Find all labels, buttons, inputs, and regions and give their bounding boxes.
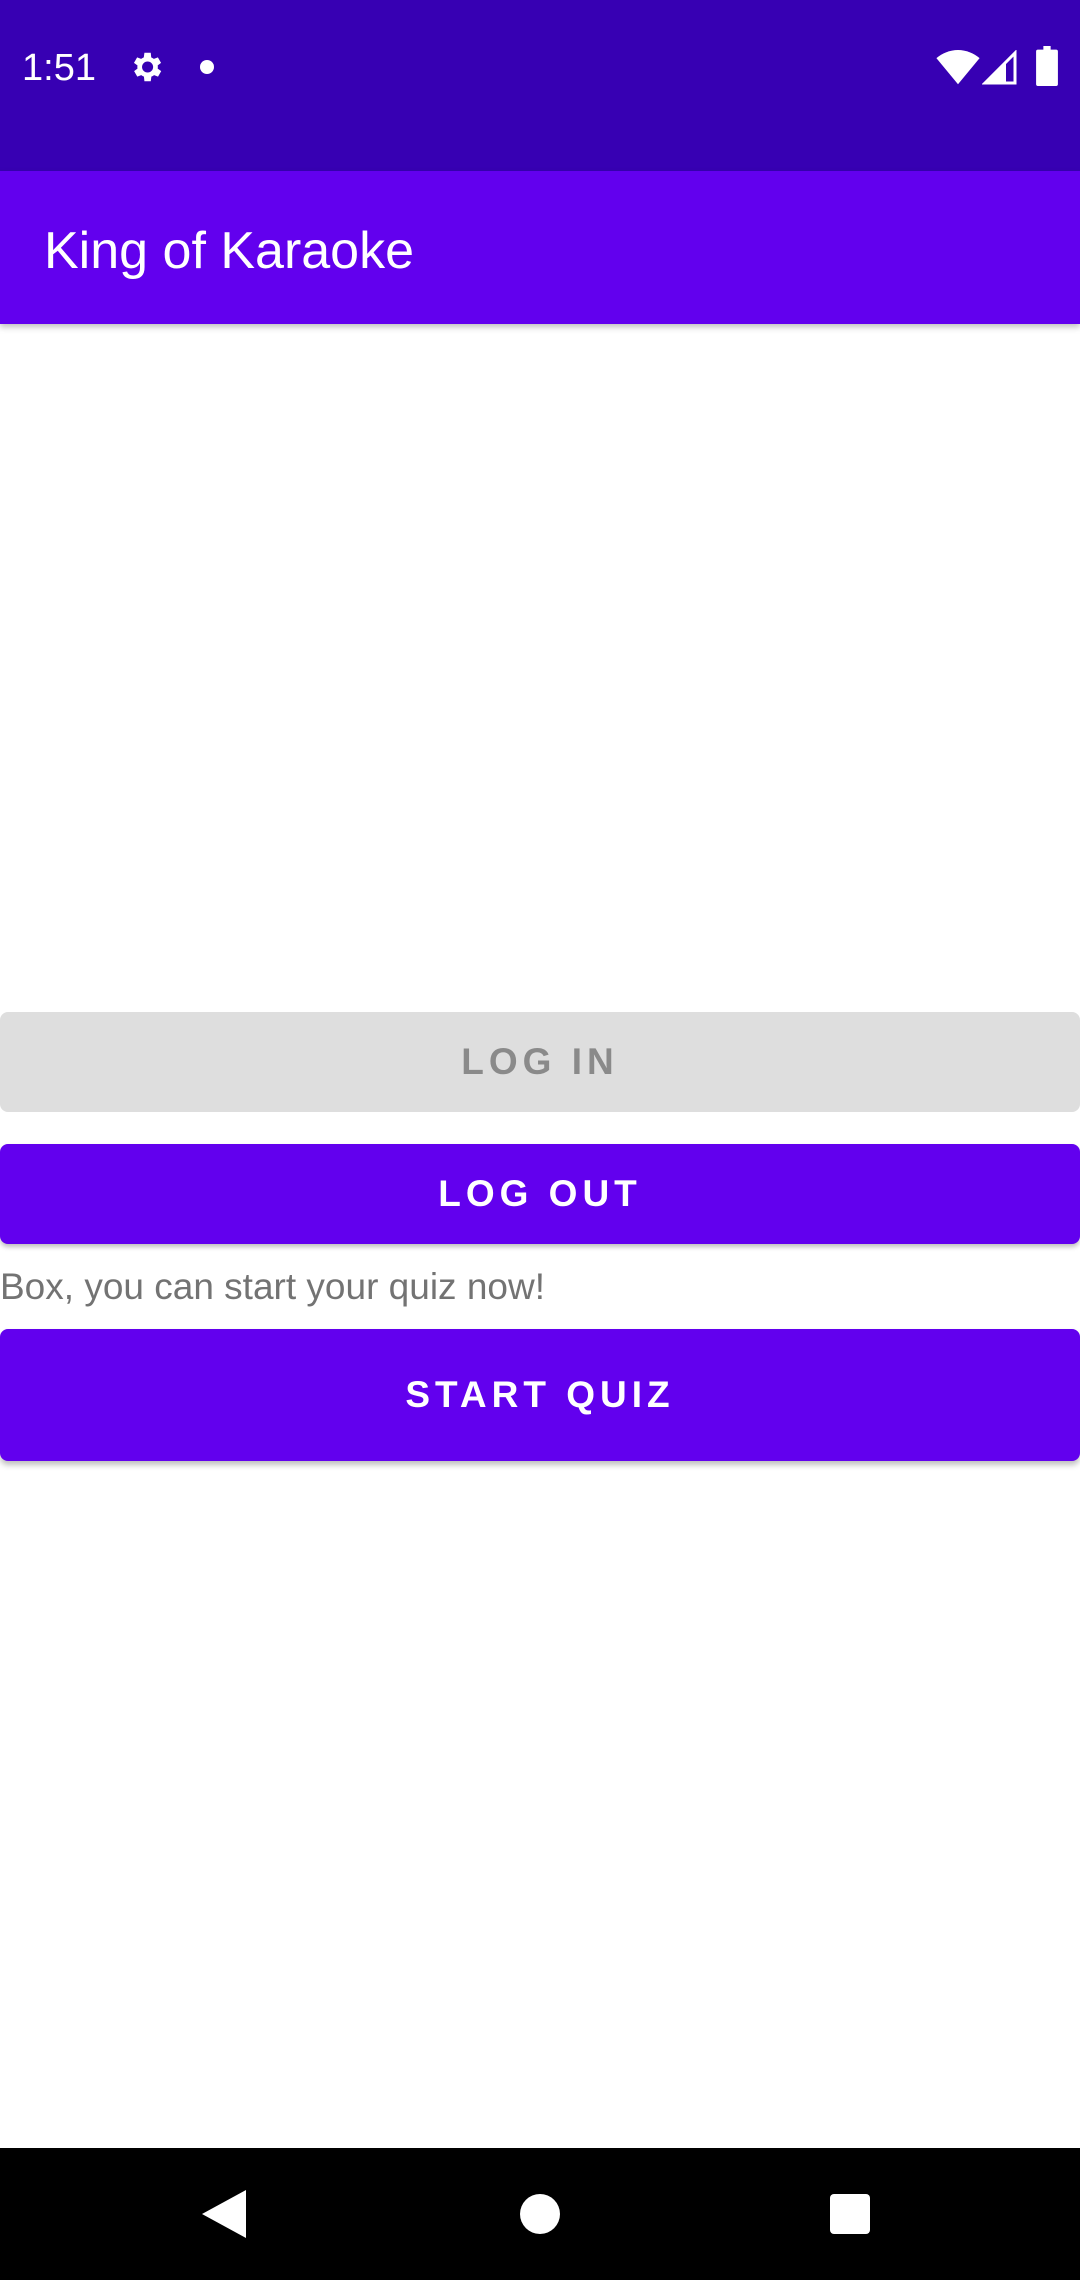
- gear-icon: [133, 52, 162, 82]
- start-quiz-button[interactable]: START QUIZ: [0, 1329, 1080, 1461]
- info-text: Box, you can start your quiz now!: [0, 1266, 545, 1307]
- back-icon[interactable]: [202, 2190, 246, 2238]
- signal-icon: [982, 50, 1017, 85]
- logout-button[interactable]: LOG OUT: [0, 1144, 1080, 1244]
- app-bar: King of Karaoke: [0, 171, 1080, 324]
- login-button[interactable]: LOG IN: [0, 1012, 1080, 1112]
- app-title: King of Karaoke: [44, 222, 415, 280]
- navigation-bar: [0, 2148, 1080, 2280]
- notification-dot-icon: [200, 60, 214, 74]
- recents-icon[interactable]: [830, 2194, 870, 2234]
- wifi-icon: [936, 50, 980, 85]
- home-icon[interactable]: [520, 2194, 560, 2234]
- status-bar: 1:51: [0, 0, 1080, 171]
- battery-icon: [1036, 46, 1058, 86]
- status-time: 1:51: [22, 47, 96, 89]
